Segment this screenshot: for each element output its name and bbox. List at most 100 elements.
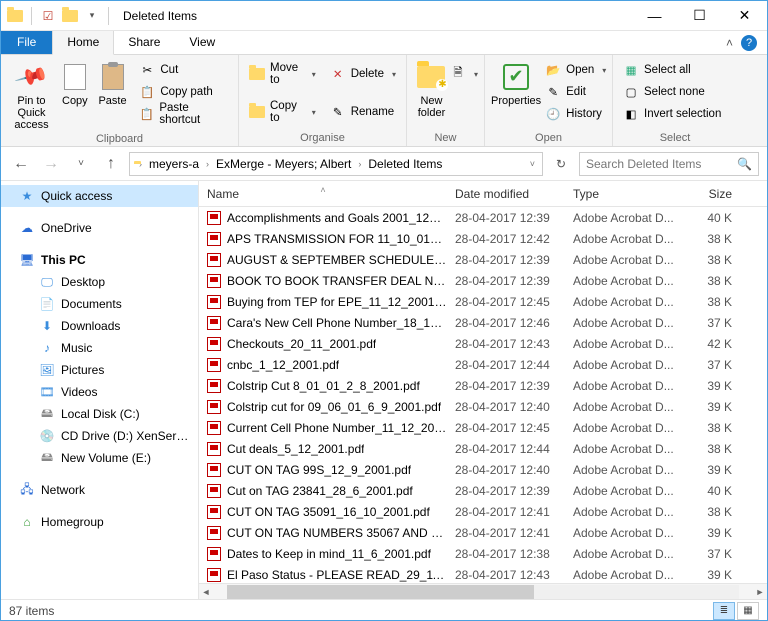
- tab-file[interactable]: File: [1, 31, 52, 54]
- file-row[interactable]: Colstrip cut for 09_06_01_6_9_2001.pdf28…: [199, 396, 767, 417]
- file-name: Cara's New Cell Phone Number_18_12_20...: [227, 316, 447, 330]
- breadcrumb-seg[interactable]: Deleted Items: [366, 157, 444, 171]
- col-type[interactable]: Type: [565, 187, 685, 201]
- sidebar-network[interactable]: 🖧Network: [1, 479, 198, 501]
- select-all-button[interactable]: ▦Select all: [619, 59, 725, 81]
- file-row[interactable]: Checkouts_20_11_2001.pdf28-04-2017 12:43…: [199, 333, 767, 354]
- file-row[interactable]: Cut deals_5_12_2001.pdf28-04-2017 12:44A…: [199, 438, 767, 459]
- help-icon[interactable]: ?: [741, 35, 757, 51]
- copy-path-button[interactable]: 📋Copy path: [135, 81, 232, 103]
- sidebar-music[interactable]: ♪Music: [1, 337, 198, 359]
- refresh-button[interactable]: ↻: [549, 152, 573, 176]
- file-size: 39 K: [685, 526, 740, 540]
- file-list[interactable]: Accomplishments and Goals 2001_12_6_2...…: [199, 207, 767, 583]
- search-box[interactable]: Search Deleted Items 🔍: [579, 152, 759, 176]
- downloads-icon: ⬇: [39, 318, 55, 334]
- invert-selection-button[interactable]: ◧Invert selection: [619, 103, 725, 125]
- collapse-ribbon-icon[interactable]: ˄: [726, 36, 733, 50]
- minimize-button[interactable]: ―: [632, 1, 677, 30]
- sidebar-pictures[interactable]: 🖼Pictures: [1, 359, 198, 381]
- edit-button[interactable]: ✎Edit: [541, 81, 610, 103]
- file-row[interactable]: CUT ON TAG 99S_12_9_2001.pdf28-04-2017 1…: [199, 459, 767, 480]
- select-none-button[interactable]: ▢Select none: [619, 81, 725, 103]
- cut-button[interactable]: ✂Cut: [135, 59, 232, 81]
- delete-button[interactable]: ✕Delete▾: [326, 63, 400, 85]
- pdf-icon: [207, 274, 221, 288]
- sidebar-cd-drive[interactable]: 💿CD Drive (D:) XenServer Tools: [1, 425, 198, 447]
- new-item-icon: 🗎: [450, 66, 466, 82]
- sidebar-homegroup[interactable]: ⌂Homegroup: [1, 511, 198, 533]
- address-bar[interactable]: › meyers-a › ExMerge - Meyers; Albert › …: [129, 152, 543, 176]
- back-button[interactable]: ←: [9, 152, 33, 176]
- sidebar-quick-access[interactable]: ★Quick access: [1, 185, 198, 207]
- history-button[interactable]: 🕘History: [541, 103, 610, 125]
- sidebar-desktop[interactable]: 🖵Desktop: [1, 271, 198, 293]
- pdf-icon: [207, 337, 221, 351]
- tab-home[interactable]: Home: [52, 31, 114, 55]
- recent-locations-button[interactable]: ˅: [69, 152, 93, 176]
- file-row[interactable]: Accomplishments and Goals 2001_12_6_2...…: [199, 207, 767, 228]
- col-date[interactable]: Date modified: [447, 187, 565, 201]
- pdf-icon: [207, 211, 221, 225]
- view-large-icons-button[interactable]: ▦: [737, 602, 759, 620]
- file-row[interactable]: Cut on TAG 23841_28_6_2001.pdf28-04-2017…: [199, 480, 767, 501]
- chevron-right-icon[interactable]: ›: [203, 159, 212, 169]
- maximize-button[interactable]: ☐: [677, 1, 722, 30]
- chevron-right-icon[interactable]: ›: [355, 159, 364, 169]
- navigation-pane[interactable]: ★Quick access ☁OneDrive 🖥This PC 🖵Deskto…: [1, 181, 199, 599]
- paste-shortcut-button[interactable]: 📋Paste shortcut: [135, 103, 232, 125]
- file-row[interactable]: AUGUST & SEPTEMBER SCHEDULES_19_...28-04…: [199, 249, 767, 270]
- col-name[interactable]: Name˄: [199, 187, 447, 201]
- scroll-right-icon[interactable]: ►: [753, 587, 767, 597]
- file-date: 28-04-2017 12:39: [447, 274, 565, 288]
- breadcrumb-seg[interactable]: meyers-a: [147, 157, 201, 171]
- col-size[interactable]: Size: [685, 187, 740, 201]
- file-row[interactable]: El Paso Status - PLEASE READ_29_11_2001.…: [199, 564, 767, 583]
- sidebar-this-pc[interactable]: 🖥This PC: [1, 249, 198, 271]
- scroll-thumb[interactable]: [227, 585, 534, 599]
- file-row[interactable]: CUT ON TAG NUMBERS 35067 AND 3506...28-0…: [199, 522, 767, 543]
- forward-button[interactable]: →: [39, 152, 63, 176]
- file-row[interactable]: Cara's New Cell Phone Number_18_12_20...…: [199, 312, 767, 333]
- qat-dropdown-icon[interactable]: ▾: [82, 6, 102, 26]
- file-row[interactable]: Colstrip Cut 8_01_01_2_8_2001.pdf28-04-2…: [199, 375, 767, 396]
- file-row[interactable]: Buying from TEP for EPE_11_12_2001.pdf28…: [199, 291, 767, 312]
- open-button[interactable]: 📂Open▾: [541, 59, 610, 81]
- qat-properties-icon[interactable]: ☑: [38, 6, 58, 26]
- sidebar-new-volume[interactable]: 🖴New Volume (E:): [1, 447, 198, 469]
- file-row[interactable]: Current Cell Phone Number_11_12_2001...2…: [199, 417, 767, 438]
- qat-new-folder-icon[interactable]: [60, 6, 80, 26]
- copy-to-button[interactable]: Copy to▾: [245, 101, 320, 123]
- view-details-button[interactable]: ≣: [713, 602, 735, 620]
- tab-share[interactable]: Share: [114, 31, 175, 54]
- file-type: Adobe Acrobat D...: [565, 358, 685, 372]
- up-button[interactable]: ↑: [99, 152, 123, 176]
- file-size: 38 K: [685, 295, 740, 309]
- address-dropdown-icon[interactable]: ˅: [527, 159, 538, 169]
- horizontal-scrollbar[interactable]: ◄ ►: [199, 583, 767, 599]
- breadcrumb-seg[interactable]: ExMerge - Meyers; Albert: [214, 157, 353, 171]
- paste-button[interactable]: Paste: [94, 57, 132, 107]
- sidebar-videos[interactable]: 🎞Videos: [1, 381, 198, 403]
- sidebar-downloads[interactable]: ⬇Downloads: [1, 315, 198, 337]
- new-folder-button[interactable]: New folder: [413, 57, 450, 119]
- file-row[interactable]: CUT ON TAG 35091_16_10_2001.pdf28-04-201…: [199, 501, 767, 522]
- scroll-left-icon[interactable]: ◄: [199, 587, 213, 597]
- tab-view[interactable]: View: [175, 31, 230, 54]
- close-button[interactable]: ✕: [722, 1, 767, 30]
- rename-button[interactable]: ✎Rename: [326, 101, 400, 123]
- sidebar-onedrive[interactable]: ☁OneDrive: [1, 217, 198, 239]
- status-bar: 87 items ≣ ▦: [1, 599, 767, 621]
- copy-button[interactable]: Copy: [56, 57, 94, 107]
- file-row[interactable]: APS TRANSMISSION FOR 11_10_01_10_11...28…: [199, 228, 767, 249]
- pin-to-quick-access-button[interactable]: 📌 Pin to Quick access: [7, 57, 56, 131]
- sidebar-local-disk[interactable]: 🖴Local Disk (C:): [1, 403, 198, 425]
- file-row[interactable]: Dates to Keep in mind_11_6_2001.pdf28-04…: [199, 543, 767, 564]
- file-row[interactable]: cnbc_1_12_2001.pdf28-04-2017 12:44Adobe …: [199, 354, 767, 375]
- file-row[interactable]: BOOK TO BOOK TRANSFER DEAL NUMB...28-04-…: [199, 270, 767, 291]
- new-item-button[interactable]: 🗎▾: [450, 63, 478, 85]
- move-to-button[interactable]: Move to▾: [245, 63, 320, 85]
- sidebar-documents[interactable]: 📄Documents: [1, 293, 198, 315]
- drive-icon: 🖴: [39, 450, 55, 466]
- properties-button[interactable]: ✔ Properties: [491, 57, 541, 107]
